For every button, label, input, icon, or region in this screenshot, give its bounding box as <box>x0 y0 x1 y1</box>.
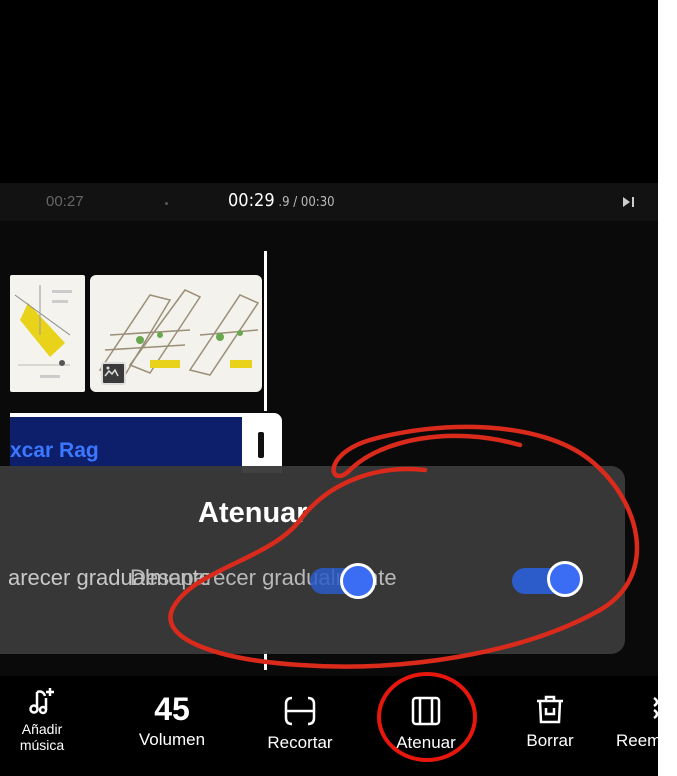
time-current-main: 00:29 <box>228 190 275 211</box>
skip-to-end-icon[interactable] <box>620 193 638 211</box>
trim-button[interactable]: Recortar <box>250 694 350 753</box>
video-clip-thumbnail-2[interactable] <box>90 275 262 392</box>
replace-button[interactable]: Reem <box>616 692 658 751</box>
trash-icon <box>510 692 590 731</box>
add-music-label-1: Añadir <box>21 721 63 737</box>
volume-label: Volumen <box>138 730 206 749</box>
image-clip-icon <box>101 362 126 385</box>
volume-value: 45 <box>154 691 190 727</box>
playhead[interactable] <box>264 251 267 411</box>
fade-panel-title: Atenuar <box>198 497 308 529</box>
time-total: / 00:30 <box>289 195 335 210</box>
replace-icon <box>652 692 658 731</box>
trim-label: Recortar <box>267 733 333 752</box>
replace-label: Reem <box>616 731 658 750</box>
music-track-title: xcar Rag <box>10 439 99 462</box>
delete-label: Borrar <box>526 731 574 750</box>
time-bar: 00:27 00:29 .9 / 00:30 <box>0 183 658 221</box>
fade-icon <box>376 694 476 733</box>
music-add-icon <box>14 686 70 721</box>
music-track-body: xcar Rag <box>10 417 242 473</box>
fade-label: Atenuar <box>396 733 456 752</box>
video-clip-thumbnail-1[interactable] <box>10 275 85 392</box>
video-editor-app: 00:27 00:29 .9 / 00:30 xcar Rag Atenuar … <box>0 0 658 776</box>
volume-button[interactable]: 45 Volumen <box>126 690 218 750</box>
time-current-fraction: .9 <box>274 195 290 210</box>
fade-in-toggle-knob[interactable] <box>340 563 376 599</box>
fade-panel <box>0 466 625 654</box>
music-track-trim-handle[interactable] <box>258 432 264 458</box>
fade-out-toggle-knob[interactable] <box>547 561 583 597</box>
video-preview <box>0 0 658 183</box>
add-music-button[interactable]: Añadir música <box>14 686 70 753</box>
trim-icon <box>250 694 350 733</box>
add-music-label-2: música <box>19 737 65 753</box>
fade-button[interactable]: Atenuar <box>376 694 476 753</box>
time-marker-left: 00:27 <box>46 193 84 210</box>
time-current: 00:29 .9 / 00:30 <box>228 190 335 211</box>
music-track-clip[interactable]: xcar Rag <box>10 413 282 473</box>
delete-button[interactable]: Borrar <box>510 692 590 751</box>
time-marker-dot <box>165 202 168 205</box>
